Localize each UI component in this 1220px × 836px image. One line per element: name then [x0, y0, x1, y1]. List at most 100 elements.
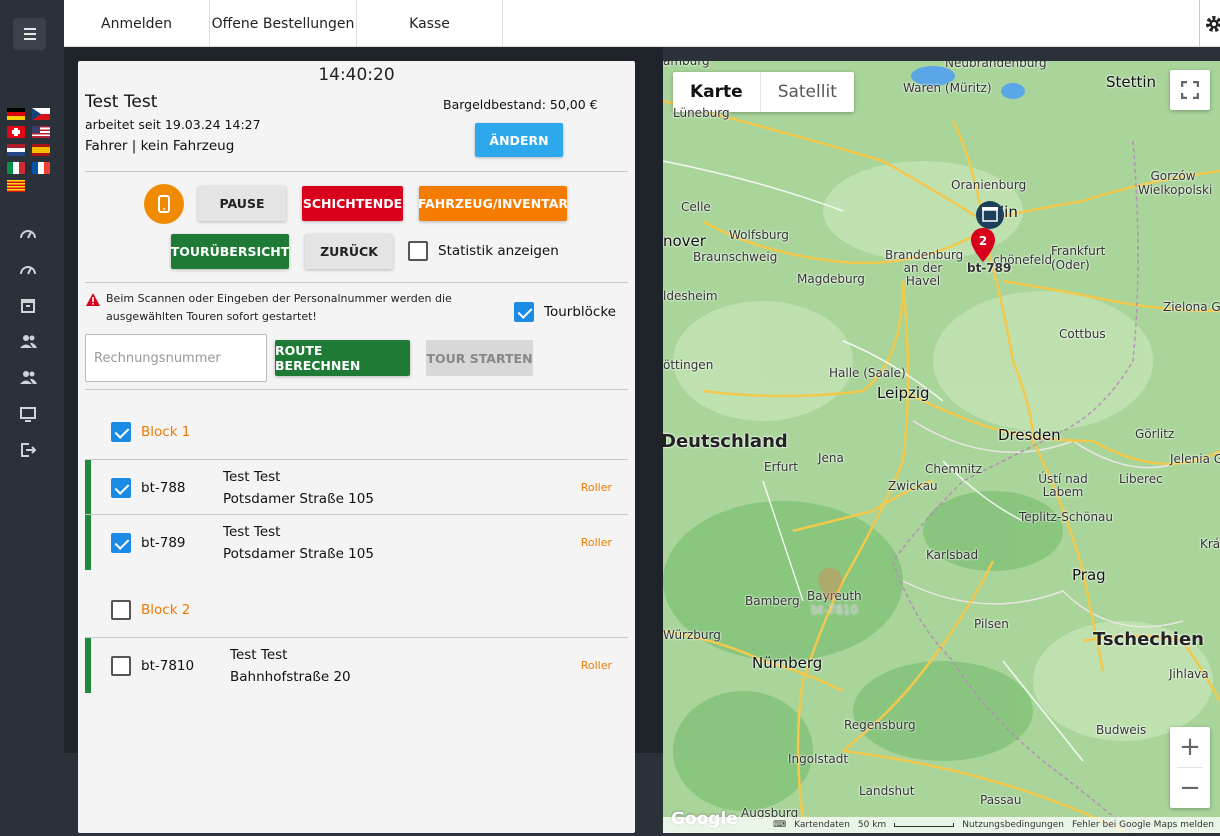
- flag-es-icon[interactable]: [32, 144, 50, 156]
- phone-button[interactable]: [144, 184, 184, 224]
- city-label: Waren (Müritz): [903, 81, 992, 95]
- flag-de-icon[interactable]: [7, 108, 25, 120]
- city-label: Stettin: [1106, 73, 1157, 91]
- city-label: Brandenburg an der Havel: [885, 248, 964, 288]
- driver-name: Test Test: [85, 92, 158, 112]
- map-data-link[interactable]: Kartendaten: [794, 820, 850, 830]
- city-label: Bamberg: [745, 594, 800, 608]
- tour-address: Potsdamer Straße 105: [223, 546, 374, 562]
- city-label: Pilsen: [974, 617, 1009, 631]
- block-1-checkbox[interactable]: [111, 422, 131, 442]
- city-label: Krále: [1200, 537, 1220, 551]
- tour-row[interactable]: bt-788 Test Test Potsdamer Straße 105 Ro…: [85, 459, 628, 515]
- tour-overview-button[interactable]: TOURÜBERSICHT: [171, 234, 289, 269]
- nav-offene-bestellungen[interactable]: Offene Bestellungen: [210, 0, 357, 47]
- divider: [85, 282, 628, 283]
- package-icon[interactable]: [18, 296, 38, 316]
- block-1-label[interactable]: Block 1: [141, 424, 190, 440]
- tour-marker-faded-icon[interactable]: [817, 567, 843, 603]
- city-label: Karlsbad: [926, 548, 979, 562]
- city-label: Regensburg: [844, 718, 916, 732]
- city-label: Jena: [818, 451, 844, 465]
- flag-nl-icon[interactable]: [7, 144, 25, 156]
- users-icon[interactable]: [18, 332, 38, 352]
- city-label: Jelenia G: [1170, 452, 1220, 466]
- city-label: Würzburg: [663, 628, 721, 642]
- show-stats-checkbox[interactable]: [408, 241, 428, 261]
- city-label: Lüneburg: [673, 106, 730, 120]
- nav-anmelden[interactable]: Anmelden: [64, 0, 210, 47]
- map[interactable]: Karte Satellit + − amburg Neubrandenburg…: [663, 61, 1220, 833]
- zoom-control: + −: [1170, 727, 1210, 808]
- block-2-label[interactable]: Block 2: [141, 602, 190, 618]
- store-marker-icon[interactable]: [975, 200, 1005, 230]
- change-cash-button[interactable]: ÄNDERN: [475, 123, 563, 157]
- zoom-out-icon[interactable]: −: [1170, 768, 1210, 808]
- cash-balance: Bargeldbestand: 50,00 €: [443, 97, 598, 112]
- tour-checkbox[interactable]: [111, 656, 131, 676]
- city-label: Liberec: [1119, 472, 1163, 486]
- city-label: Teplitz-Schönau: [1019, 510, 1114, 524]
- tour-row[interactable]: bt-7810 Test Test Bahnhofstraße 20 Rolle…: [85, 637, 628, 693]
- users-icon[interactable]: [18, 368, 38, 388]
- city-label: Magdeburg: [797, 272, 865, 286]
- vehicle-inventory-button[interactable]: FAHRZEUG/INVENTAR: [418, 186, 568, 221]
- tour-status-bar: [85, 515, 91, 570]
- invoice-number-input[interactable]: Rechnungsnummer: [85, 334, 267, 382]
- sidebar: [0, 0, 64, 836]
- map-type-satellite-button[interactable]: Satellit: [759, 72, 854, 112]
- calculate-route-button[interactable]: ROUTE BERECHNEN: [275, 340, 410, 376]
- start-tour-button[interactable]: TOUR STARTEN: [426, 340, 533, 376]
- zoom-in-icon[interactable]: +: [1170, 727, 1210, 767]
- tour-marker-icon[interactable]: 2: [970, 227, 996, 263]
- report-error-link[interactable]: Fehler bei Google Maps melden: [1072, 820, 1214, 830]
- flag-it-icon[interactable]: [7, 162, 25, 174]
- keyboard-icon[interactable]: ⌨: [773, 820, 786, 830]
- scale-bar: [894, 823, 955, 827]
- svg-text:2: 2: [979, 234, 987, 248]
- speedometer-icon[interactable]: [18, 260, 38, 280]
- tour-status-bar: [85, 638, 91, 693]
- fullscreen-icon[interactable]: [1170, 70, 1210, 110]
- back-button[interactable]: ZURÜCK: [305, 234, 393, 269]
- tour-address: Bahnhofstraße 20: [230, 669, 351, 685]
- city-label: Chemnitz: [925, 462, 982, 476]
- terms-link[interactable]: Nutzungsbedingungen: [962, 820, 1064, 830]
- logout-icon[interactable]: [18, 440, 38, 460]
- flag-fr-icon[interactable]: [32, 162, 50, 174]
- clock: 14:40:20: [318, 65, 395, 85]
- city-label: Prag: [1072, 566, 1106, 584]
- pause-button[interactable]: PAUSE: [198, 186, 286, 221]
- tour-blocks-label: Tourblöcke: [544, 304, 616, 320]
- shift-end-button[interactable]: SCHICHTENDE: [302, 186, 403, 221]
- tour-row[interactable]: bt-789 Test Test Potsdamer Straße 105 Ro…: [85, 514, 628, 570]
- speedometer-icon[interactable]: [18, 224, 38, 244]
- scan-warning: Beim Scannen oder Eingeben der Personaln…: [106, 292, 452, 323]
- menu-icon[interactable]: [13, 18, 46, 50]
- city-label: nover: [663, 232, 706, 250]
- tour-checkbox[interactable]: [111, 478, 131, 498]
- city-label: Zwickau: [888, 479, 938, 493]
- monitor-icon[interactable]: [18, 404, 38, 424]
- flag-cz-icon[interactable]: [32, 108, 50, 120]
- tour-blocks-checkbox[interactable]: [514, 302, 534, 322]
- city-label: Celle: [681, 200, 711, 214]
- flag-ch-icon[interactable]: [7, 126, 25, 138]
- city-label: öttingen: [663, 358, 714, 372]
- tour-id: bt-7810: [141, 658, 195, 674]
- block-2-checkbox[interactable]: [111, 600, 131, 620]
- tour-id: bt-788: [141, 480, 186, 496]
- map-scale: 50 km: [857, 820, 887, 830]
- city-label: Deutschland: [663, 431, 788, 452]
- tour-customer-name: Test Test: [230, 647, 288, 663]
- flag-ca-icon[interactable]: [7, 180, 25, 192]
- city-label: Halle (Saale): [829, 366, 906, 380]
- divider: [85, 389, 628, 390]
- settings-gear-icon[interactable]: [1199, 0, 1220, 47]
- tour-checkbox[interactable]: [111, 533, 131, 553]
- city-label: Nürnberg: [752, 654, 823, 672]
- tour-address: Potsdamer Straße 105: [223, 491, 374, 507]
- city-label: Leipzig: [877, 384, 930, 402]
- nav-kasse[interactable]: Kasse: [357, 0, 503, 47]
- flag-us-icon[interactable]: [32, 126, 50, 138]
